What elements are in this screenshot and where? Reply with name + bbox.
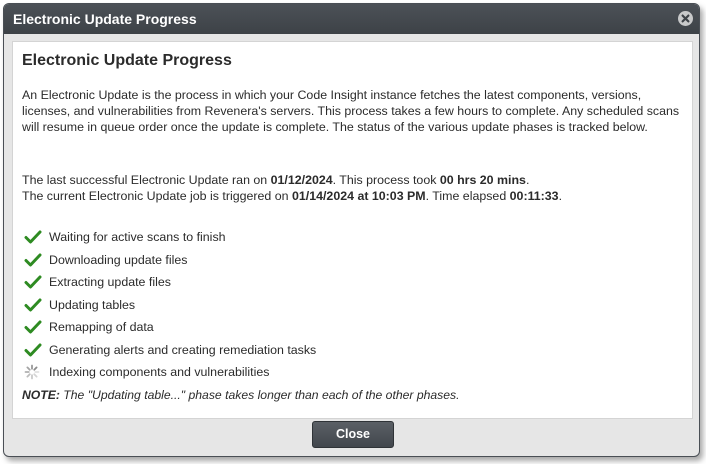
- dialog-content: Electronic Update Progress An Electronic…: [12, 41, 693, 419]
- phase-label: Remapping of data: [49, 320, 154, 334]
- current-run-datetime: 01/14/2024 at 10:03 PM: [291, 189, 426, 203]
- last-run-line: The last successful Electronic Update ra…: [22, 173, 530, 187]
- phase-item: Remapping of data: [22, 319, 682, 342]
- description-text: An Electronic Update is the process in w…: [22, 88, 680, 134]
- spinner-icon: [24, 364, 42, 380]
- check-icon: [24, 229, 42, 245]
- last-run-duration: 00 hrs 20 mins: [439, 173, 526, 187]
- content-heading: Electronic Update Progress: [22, 52, 232, 69]
- run-info: The last successful Electronic Update ra…: [22, 172, 687, 204]
- dialog-titlebar: Electronic Update Progress: [4, 4, 699, 34]
- check-icon: [24, 274, 42, 290]
- close-button[interactable]: Close: [312, 421, 394, 448]
- phase-item: Waiting for active scans to finish: [22, 229, 682, 252]
- phase-label: Waiting for active scans to finish: [49, 230, 226, 244]
- electronic-update-dialog: Electronic Update Progress Electronic Up…: [3, 3, 700, 457]
- check-icon: [24, 342, 42, 358]
- phase-item: Updating tables: [22, 297, 682, 320]
- current-run-line: The current Electronic Update job is tri…: [22, 189, 563, 203]
- check-icon: [24, 319, 42, 335]
- check-icon: [24, 252, 42, 268]
- phase-item: Downloading update files: [22, 252, 682, 275]
- phase-item: Extracting update files: [22, 274, 682, 297]
- elapsed-time: 00:11:33: [509, 189, 559, 203]
- dialog-footer: Close: [4, 418, 699, 456]
- dialog-title: Electronic Update Progress: [13, 11, 197, 27]
- phase-item: Generating alerts and creating remediati…: [22, 342, 682, 365]
- last-run-date: 01/12/2024: [270, 173, 333, 187]
- phase-label: Generating alerts and creating remediati…: [49, 342, 317, 357]
- phase-label: Downloading update files: [49, 252, 188, 267]
- phase-label: Indexing components and vulnerabilities: [49, 365, 270, 379]
- phase-item: Indexing components and vulnerabilities: [22, 364, 682, 387]
- check-icon: [24, 297, 42, 313]
- phase-list: Waiting for active scans to finish Downlo…: [22, 229, 682, 387]
- close-icon[interactable]: [678, 11, 693, 26]
- note-text: NOTE: The "Updating table..." phase take…: [22, 388, 460, 402]
- phase-label: Extracting update files: [49, 275, 171, 289]
- phase-label: Updating tables: [49, 297, 136, 312]
